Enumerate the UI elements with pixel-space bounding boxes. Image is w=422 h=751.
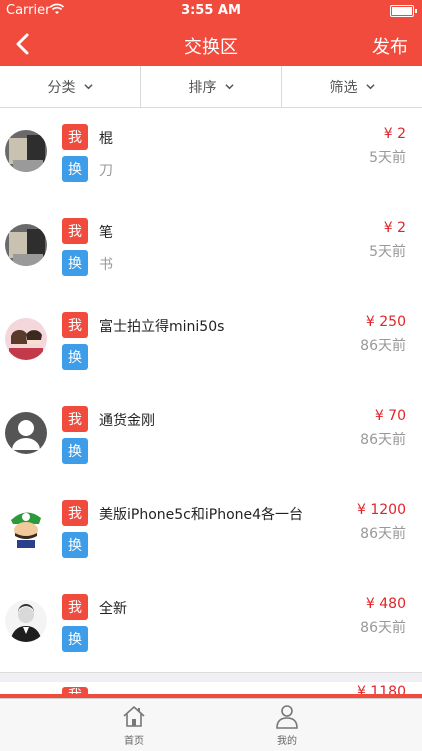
publish-button[interactable]: 发布: [372, 33, 408, 59]
item-want: 书: [99, 257, 113, 273]
suit-man-avatar-icon: [5, 600, 47, 642]
item-have: 笔: [99, 225, 113, 241]
item-have: 通货金刚: [99, 413, 155, 429]
have-tag: 我: [62, 312, 88, 338]
item-want: 刀: [99, 163, 113, 179]
item-have: 美版iPhone5c和iPhone4各一台: [99, 507, 304, 523]
filter-screen-label: 筛选: [329, 79, 358, 96]
list-item[interactable]: 我 换 通货金刚 ¥ 70 86天前: [0, 390, 422, 485]
page-title: 交换区: [184, 37, 238, 58]
item-time: 86天前: [360, 432, 406, 448]
swap-tag: 换: [62, 626, 88, 652]
chevron-down-icon: [224, 84, 234, 90]
filter-sort[interactable]: 排序: [141, 66, 281, 107]
have-tag: 我: [62, 594, 88, 620]
nav-bar: 交换区 发布: [0, 22, 422, 66]
luigi-avatar-icon: [5, 506, 47, 548]
status-bar: Carrier 3:55 AM: [0, 0, 422, 22]
item-have: 棍: [99, 131, 113, 147]
person-icon: [276, 705, 298, 729]
home-icon: [123, 706, 145, 727]
item-price: ¥ 2: [383, 220, 406, 236]
filter-bar: 分类 排序 筛选: [0, 66, 422, 108]
item-price: ¥ 70: [374, 408, 406, 424]
filter-screen[interactable]: 筛选: [282, 66, 422, 107]
item-have: 全新: [99, 601, 127, 617]
list-item[interactable]: 我 换 富士拍立得mini50s ¥ 250 86天前: [0, 296, 422, 391]
item-time: 5天前: [369, 244, 406, 260]
swap-tag: 换: [62, 156, 88, 182]
girl-avatar-icon: [5, 318, 47, 360]
tab-home-label: 首页: [124, 736, 144, 747]
list-item[interactable]: 我 换 全新 ¥ 480 86天前: [0, 578, 422, 673]
swap-tag: 换: [62, 438, 88, 464]
item-price: ¥ 2: [383, 126, 406, 142]
tab-mine[interactable]: 我的: [247, 703, 327, 747]
photo-avatar-icon: [5, 224, 47, 266]
list-item[interactable]: 我 换 棍 刀 ¥ 2 5天前: [0, 108, 422, 203]
default-user-avatar-icon: [5, 412, 47, 454]
have-tag: 我: [62, 124, 88, 150]
have-tag: 我: [62, 406, 88, 432]
item-time: 86天前: [360, 338, 406, 354]
chevron-down-icon: [365, 84, 375, 90]
item-price: ¥ 250: [365, 314, 406, 330]
item-price: ¥ 1200: [357, 502, 406, 518]
list-item[interactable]: 我 换 美版iPhone5c和iPhone4各一台 ¥ 1200 86天前: [0, 484, 422, 579]
tab-bar: 首页 我的: [0, 698, 422, 751]
item-have: 富士拍立得mini50s: [99, 319, 225, 335]
filter-category[interactable]: 分类: [0, 66, 140, 107]
clock: 3:55 AM: [181, 3, 241, 18]
filter-category-label: 分类: [47, 79, 76, 96]
filter-sort-label: 排序: [188, 79, 217, 96]
item-time: 86天前: [360, 526, 406, 542]
item-price: ¥ 480: [365, 596, 406, 612]
have-tag: 我: [62, 218, 88, 244]
swap-tag: 换: [62, 250, 88, 276]
chevron-down-icon: [83, 84, 93, 90]
tab-mine-label: 我的: [277, 736, 297, 747]
item-time: 86天前: [360, 620, 406, 636]
tab-home[interactable]: 首页: [94, 703, 174, 747]
battery-icon: [390, 5, 417, 17]
photo-avatar-icon: [5, 130, 47, 172]
swap-tag: 换: [62, 344, 88, 370]
have-tag: 我: [62, 500, 88, 526]
item-time: 5天前: [369, 150, 406, 166]
swap-tag: 换: [62, 532, 88, 558]
list-item[interactable]: 我 换 笔 书 ¥ 2 5天前: [0, 202, 422, 297]
